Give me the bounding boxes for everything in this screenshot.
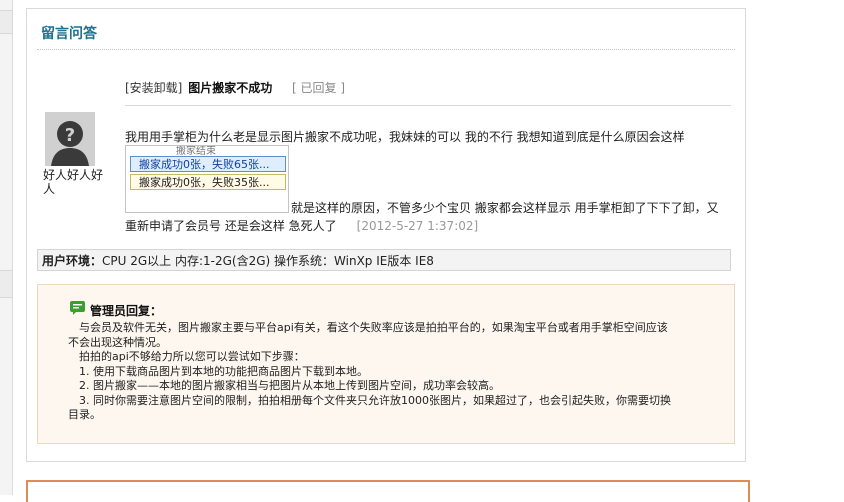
question-category[interactable]: [安装卸载] (125, 81, 182, 95)
reply-line: 拍拍的api不够给力所以您可以尝试如下步骤： (68, 350, 305, 363)
question-timestamp: [2012-5-27 1:37:02] (356, 219, 479, 233)
reply-line: 目录。 (68, 408, 101, 421)
reply-line: 1. 使用下载商品图片到本地的功能把商品图片下载到本地。 (68, 364, 368, 378)
question-body-line2: 就是这样的原因，不管多少个宝贝 搬家都会这样显示 用手掌柜卸了下下了卸，又 (291, 201, 719, 215)
user-environment-bar: 用户环境：CPU 2G以上 内存:1-2G(含2G) 操作系统：WinXp IE… (37, 249, 731, 271)
title-divider (37, 49, 735, 50)
environment-value: CPU 2G以上 内存:1-2G(含2G) 操作系统：WinXp IE版本 IE… (102, 254, 434, 268)
left-tab-top[interactable] (0, 10, 13, 34)
admin-reply-box: 管理员回复： 与会员及软件无关，图片搬家主要与平台api有关，看这个失败率应该是… (37, 284, 735, 444)
qa-panel: 留言问答 [安装卸载] 图片搬家不成功 [ 已回复 ] ? 好人好人好人 我用用… (26, 8, 746, 462)
reply-title: 管理员回复： (90, 304, 163, 318)
default-avatar-icon: ? (45, 112, 95, 166)
username[interactable]: 好人好人好人 (43, 168, 107, 196)
question-body-line3: 重新申请了会员号 还是会这样 急死人了 (125, 219, 337, 233)
reply-line: 2. 图片搬家——本地的图片搬家相当与把图片从本地上传到图片空间，成功率会较高。 (68, 379, 500, 392)
environment-label: 用户环境： (42, 254, 103, 268)
question-title: 图片搬家不成功 (188, 81, 273, 95)
reply-line: 不会出现这种情况。 (68, 335, 167, 349)
svg-text:?: ? (65, 125, 75, 146)
question-body-line1: 我用用手掌柜为什么老是显示图片搬家不成功呢，我妹妹的可以 我的不行 我想知道到底… (125, 130, 685, 144)
next-panel-edge (26, 480, 750, 502)
question-status: [ 已回复 ] (292, 81, 346, 95)
reply-body: 与会员及软件无关，图片搬家主要与平台api有关，看这个失败率应该是拍拍平台的，如… (68, 321, 722, 423)
question-divider (125, 105, 731, 106)
page-title: 留言问答 (41, 26, 97, 42)
question-body-rest: 就是这样的原因，不管多少个宝贝 搬家都会这样显示 用手掌柜卸了下下了卸，又 重新… (125, 199, 725, 235)
avatar: ? (45, 112, 95, 166)
left-tab-middle[interactable] (0, 270, 13, 298)
left-edge-panel (0, 0, 13, 495)
screenshot-row: 搬家成功0张，失败35张... (130, 174, 286, 190)
reply-line: 3. 同时你需要注意图片空间的限制，拍拍相册每个文件夹只允许放1000张图片，如… (68, 393, 671, 407)
question-header: [安装卸载] 图片搬家不成功 [ 已回复 ] (125, 79, 345, 96)
reply-line: 与会员及软件无关，图片搬家主要与平台api有关，看这个失败率应该是拍拍平台的，如… (68, 321, 668, 334)
screenshot-row: 搬家成功0张，失败65张... (130, 156, 286, 172)
